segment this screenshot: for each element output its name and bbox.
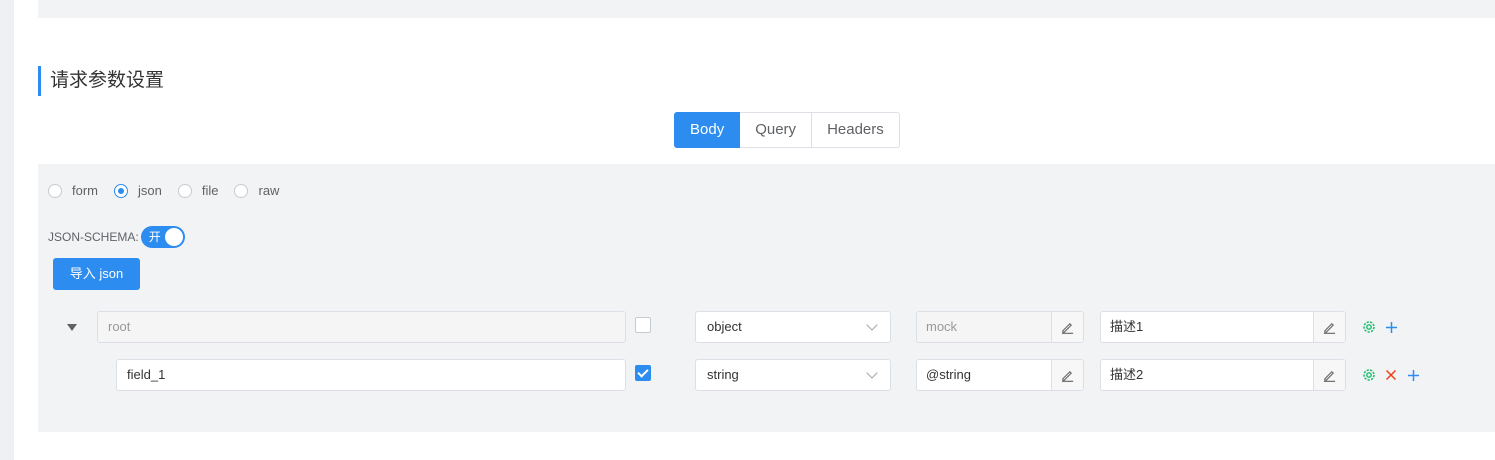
json-schema-switch[interactable]: 开 [140, 226, 185, 248]
radio-file[interactable]: file [177, 183, 219, 198]
settings-icon[interactable] [1361, 367, 1377, 383]
radio-form[interactable]: form [48, 183, 98, 198]
radio-label: file [201, 183, 219, 198]
schema-row-root: root object mock 描述1 [38, 311, 1495, 343]
radio-button[interactable] [234, 183, 249, 198]
edit-icon [1323, 322, 1336, 334]
close-icon[interactable] [1383, 367, 1399, 383]
edit-mock-button[interactable] [1051, 312, 1083, 342]
tab-query[interactable]: Query [740, 112, 813, 148]
type-select[interactable]: string [695, 359, 891, 391]
description-input[interactable]: 描述1 [1100, 311, 1346, 343]
switch-knob [164, 228, 183, 246]
tab-headers[interactable]: Headers [812, 112, 900, 148]
switch-text: 开 [148, 230, 161, 244]
edit-mock-button[interactable] [1051, 360, 1083, 390]
body-type-radio-group: form json file raw [48, 183, 295, 198]
description-value: 描述2 [1110, 367, 1144, 382]
import-json-button[interactable]: 导入 json [53, 258, 140, 290]
required-checkbox[interactable] [635, 317, 651, 333]
chevron-down-icon [866, 367, 878, 379]
edit-icon [1323, 370, 1336, 382]
type-select-value: object [707, 319, 742, 334]
plus-icon[interactable] [1383, 319, 1399, 335]
mock-input[interactable]: @string [916, 359, 1084, 391]
edit-icon [1061, 322, 1074, 334]
section-title: 请求参数设置 [38, 66, 164, 96]
radio-label: form [72, 183, 98, 198]
mock-value: @string [926, 367, 971, 382]
radio-button[interactable] [114, 183, 128, 198]
required-checkbox[interactable] [635, 365, 651, 381]
radio-raw[interactable]: raw [234, 183, 279, 198]
chevron-down-icon [866, 319, 878, 331]
json-schema-label: JSON-SCHEMA: [48, 230, 139, 244]
mock-value: mock [917, 312, 1051, 342]
mock-input[interactable]: mock [916, 311, 1084, 343]
tab-body[interactable]: Body [674, 112, 741, 148]
field-name-input[interactable]: field_1 [116, 359, 626, 391]
edit-icon [1061, 370, 1074, 382]
body-panel: form json file raw JSON-SCHEMA: 开 导入 jso… [38, 164, 1495, 432]
radio-json[interactable]: json [114, 183, 162, 198]
json-schema-row: JSON-SCHEMA: 开 [48, 226, 185, 248]
type-select-value: string [707, 367, 739, 382]
description-input[interactable]: 描述2 [1100, 359, 1346, 391]
param-tabs: Body Query Headers [674, 112, 900, 148]
edit-description-button[interactable] [1313, 360, 1345, 390]
radio-button[interactable] [48, 183, 62, 198]
collapse-caret-icon[interactable] [67, 324, 77, 331]
settings-icon[interactable] [1361, 319, 1377, 335]
radio-label: json [138, 183, 162, 198]
left-rail [0, 0, 14, 460]
radio-label: raw [258, 183, 280, 198]
radio-button[interactable] [177, 183, 192, 198]
plus-icon[interactable] [1405, 367, 1421, 383]
previous-section-panel [38, 0, 1495, 18]
type-select[interactable]: object [695, 311, 891, 343]
edit-description-button[interactable] [1313, 312, 1345, 342]
description-value: 描述1 [1110, 319, 1144, 334]
schema-row-field: field_1 string @string 描述2 [38, 359, 1495, 391]
field-name-input[interactable]: root [97, 311, 626, 343]
